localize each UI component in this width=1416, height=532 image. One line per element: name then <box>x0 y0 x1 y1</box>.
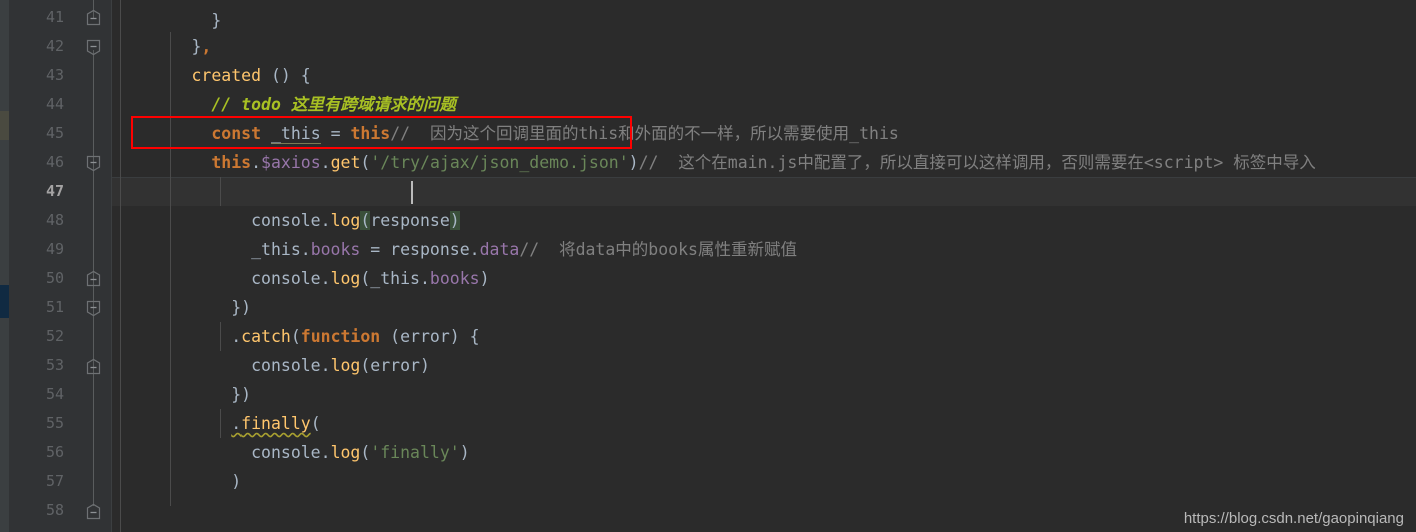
code-line-51[interactable]: .catch(function (error) { <box>112 293 1416 346</box>
change-bar-modified-line-45[interactable] <box>0 111 9 140</box>
line-number-48: 48 <box>45 211 64 229</box>
code-editor-window: 41 42 43 44 45 46 47 48 49 50 51 52 53 5… <box>0 0 1416 532</box>
line-number-55: 55 <box>45 414 64 432</box>
line-number-41: 41 <box>45 8 64 26</box>
code-line-45[interactable]: this.$axios.get('/try/ajax/json_demo.jso… <box>112 119 1416 172</box>
fold-marker-end-50[interactable] <box>86 270 101 287</box>
gutter-divider <box>111 0 112 532</box>
code-line-53[interactable]: }) <box>112 351 1416 404</box>
vcs-change-bar-column <box>0 0 9 532</box>
indent-guide-3 <box>220 177 221 206</box>
line-number-58: 58 <box>45 501 64 519</box>
code-line-41[interactable]: }, <box>112 3 1416 56</box>
code-line-56[interactable]: ) <box>112 438 1416 491</box>
line-number-gutter: 41 42 43 44 45 46 47 48 49 50 51 52 53 5… <box>9 0 112 532</box>
code-line-54[interactable]: .finally( <box>112 380 1416 433</box>
fold-marker-start-51[interactable] <box>86 300 101 317</box>
code-line-46[interactable]: .then(function (response) { <box>112 148 1416 201</box>
fold-marker-end-41[interactable] <box>86 9 101 26</box>
code-line-57[interactable] <box>112 467 1416 496</box>
editor-text-area[interactable]: } }, created () { // todo 这里有跨域请求的问题 con… <box>112 0 1416 532</box>
code-line-44[interactable]: const _this = this// 因为这个回调里面的this和外面的不一… <box>112 90 1416 144</box>
indent-guide-2 <box>170 32 171 506</box>
code-line-49[interactable]: console.log(_this.books) <box>112 235 1416 288</box>
line-number-42: 42 <box>45 37 64 55</box>
indent-guide-4 <box>220 322 221 351</box>
indent-guide-5 <box>220 409 221 438</box>
line-number-46: 46 <box>45 153 64 171</box>
watermark-url: https://blog.csdn.net/gaopinqiang <box>1183 510 1404 527</box>
line-number-57: 57 <box>45 472 64 490</box>
code-line-42[interactable]: created () { <box>112 32 1416 85</box>
code-line-47[interactable]: console.log(response) <box>112 177 1416 230</box>
line-number-49: 49 <box>45 240 64 258</box>
line-number-47: 47 <box>45 182 64 200</box>
line-number-45: 45 <box>45 124 64 142</box>
fold-marker-start-42[interactable] <box>86 39 101 56</box>
line-number-50: 50 <box>45 269 64 287</box>
fold-marker-start-46[interactable] <box>86 155 101 172</box>
code-line-50[interactable]: }) <box>112 264 1416 317</box>
line-number-43: 43 <box>45 66 64 84</box>
line-number-52: 52 <box>45 327 64 345</box>
fold-marker-end-53[interactable] <box>86 358 101 375</box>
line-number-54: 54 <box>45 385 64 403</box>
code-line-48[interactable]: _this.books = response.data// 将data中的boo… <box>112 206 1416 259</box>
code-line-52[interactable]: console.log(error) <box>112 322 1416 375</box>
line-number-44: 44 <box>45 95 64 113</box>
text-caret <box>411 181 413 204</box>
code-line-43[interactable]: // todo 这里有跨域请求的问题 <box>112 61 1416 114</box>
line-number-56: 56 <box>45 443 64 461</box>
fold-marker-end-58[interactable] <box>86 503 101 520</box>
line-number-51: 51 <box>45 298 64 316</box>
change-bar-added-line-51[interactable] <box>0 285 9 318</box>
line-number-53: 53 <box>45 356 64 374</box>
indent-guide-1 <box>120 0 121 532</box>
code-line-55[interactable]: console.log('finally') <box>112 409 1416 462</box>
